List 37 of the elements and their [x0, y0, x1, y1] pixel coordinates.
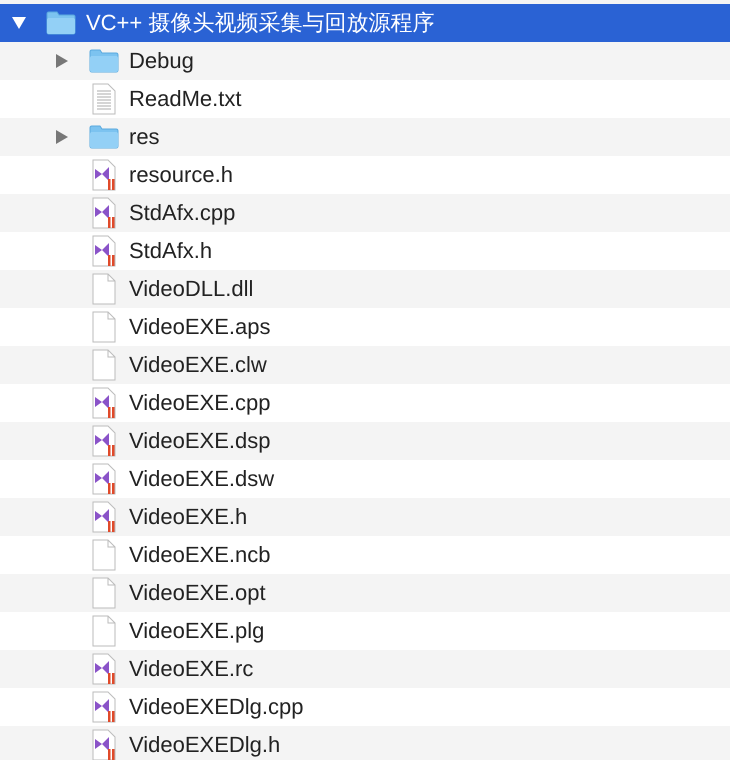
- file-row[interactable]: Debug: [0, 42, 730, 80]
- file-row[interactable]: VideoEXE.h: [0, 498, 730, 536]
- file-row[interactable]: VideoEXE.opt: [0, 574, 730, 612]
- expand-triangle-icon[interactable]: [55, 129, 69, 145]
- collapse-triangle-icon[interactable]: [12, 15, 26, 31]
- file-name: VideoEXE.plg: [129, 618, 264, 644]
- file-name: VideoEXE.dsw: [129, 466, 274, 492]
- file-name: VideoEXE.cpp: [129, 390, 270, 416]
- file-row[interactable]: VideoEXE.rc: [0, 650, 730, 688]
- file-name: VideoEXE.h: [129, 504, 248, 530]
- file-row[interactable]: res: [0, 118, 730, 156]
- file-name: res: [129, 124, 160, 150]
- file-row[interactable]: VideoEXE.dsp: [0, 422, 730, 460]
- file-name: ReadMe.txt: [129, 86, 242, 112]
- folder-icon: [89, 125, 119, 149]
- file-row[interactable]: StdAfx.cpp: [0, 194, 730, 232]
- file-row[interactable]: VideoEXE.clw: [0, 346, 730, 384]
- file-row[interactable]: VideoDLL.dll: [0, 270, 730, 308]
- folder-icon: [89, 49, 119, 73]
- file-name: VideoEXE.clw: [129, 352, 267, 378]
- file-name: VideoEXE.rc: [129, 656, 254, 682]
- folder-icon: [46, 11, 76, 35]
- file-name: VideoEXE.dsp: [129, 428, 270, 454]
- file-name: StdAfx.cpp: [129, 200, 236, 226]
- file-name: VideoEXE.aps: [129, 314, 270, 340]
- file-row[interactable]: VideoEXEDlg.h: [0, 726, 730, 760]
- file-name: VideoEXE.opt: [129, 580, 266, 606]
- file-name: VideoDLL.dll: [129, 276, 254, 302]
- file-name: StdAfx.h: [129, 238, 212, 264]
- file-name: VC++ 摄像头视频采集与回放源程序: [86, 9, 434, 37]
- file-name: resource.h: [129, 162, 233, 188]
- expand-triangle-icon[interactable]: [55, 53, 69, 69]
- file-name: VideoEXE.ncb: [129, 542, 270, 568]
- file-name: VideoEXEDlg.h: [129, 732, 280, 758]
- file-name: Debug: [129, 48, 194, 74]
- file-row[interactable]: VC++ 摄像头视频采集与回放源程序: [0, 4, 730, 42]
- file-name: VideoEXEDlg.cpp: [129, 694, 304, 720]
